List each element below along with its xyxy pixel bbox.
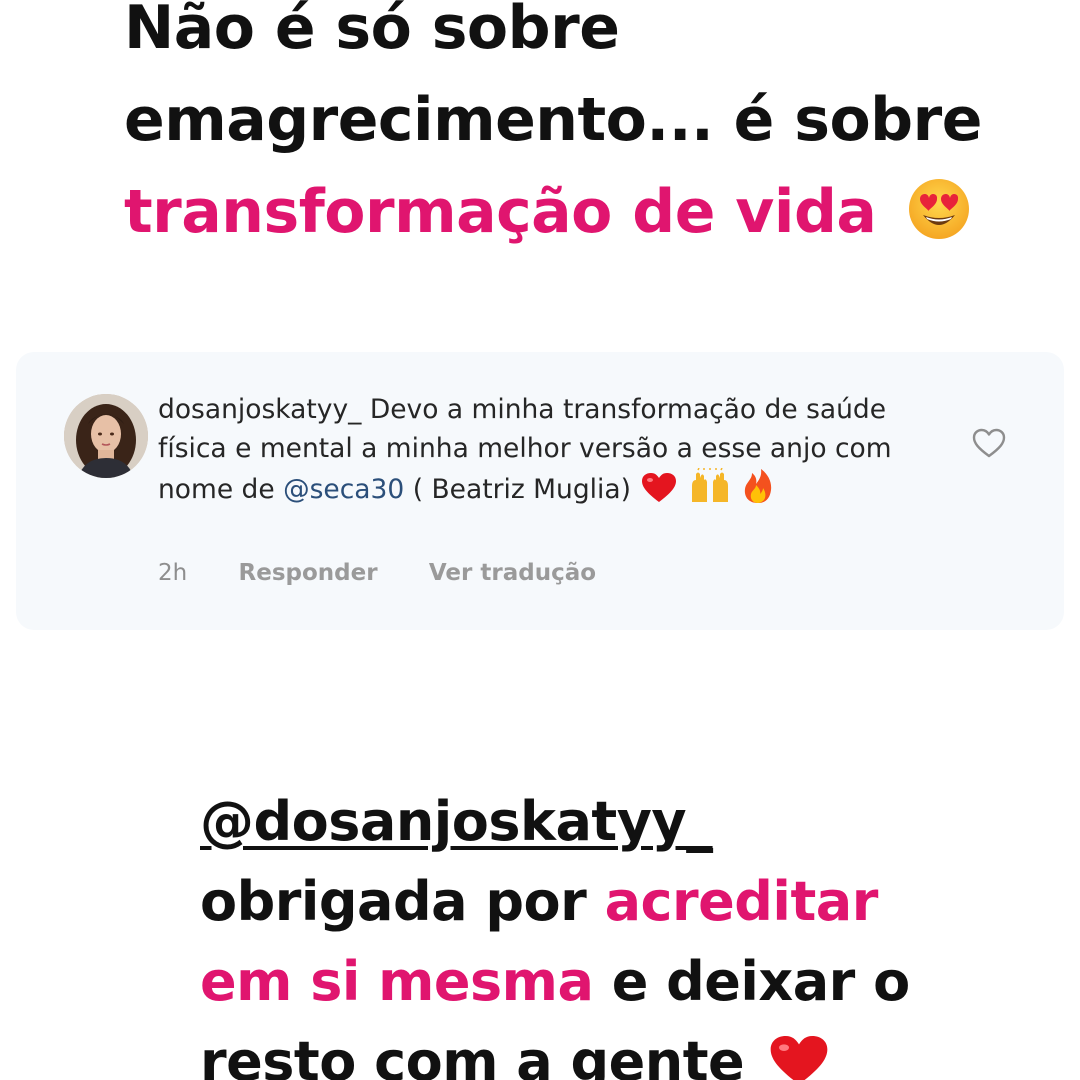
heart-eyes-emoji — [908, 179, 969, 240]
thanks-mention[interactable]: @dosanjoskatyy_ — [200, 790, 713, 853]
thanks-line-2-plain: obrigada por — [200, 870, 587, 933]
headline-line-2: emagrecimento... é sobre — [124, 85, 982, 155]
comment-text-part-2: ( Beatriz Muglia) — [412, 474, 631, 505]
thanks-line-3: em si mesma e deixar o — [200, 942, 1060, 1022]
avatar-photo — [64, 394, 148, 478]
comment-username[interactable]: dosanjoskatyy_ — [158, 394, 361, 425]
comment-time: 2h — [158, 560, 188, 586]
headline: Não é só sobre emagrecimento... é sobre … — [124, 0, 1024, 258]
avatar[interactable] — [64, 394, 148, 478]
thanks-line-2-highlight: acreditar — [604, 870, 879, 933]
heart-outline-icon[interactable] — [972, 428, 1006, 458]
thanks-message: @dosanjoskatyy_ obrigada por acreditar e… — [200, 782, 1060, 1080]
thanks-line-3-plain: e deixar o — [611, 950, 911, 1013]
headline-highlight: transformação de vida — [124, 177, 877, 247]
thanks-line-4-plain: resto com a gente — [200, 1030, 745, 1080]
comment-body: dosanjoskatyy_ Devo a minha transformaçã… — [158, 390, 938, 509]
red-heart-emoji — [642, 473, 677, 502]
thanks-line-3-highlight: em si mesma — [200, 950, 594, 1013]
thanks-line-1: @dosanjoskatyy_ — [200, 782, 1060, 862]
headline-line-1: Não é só sobre — [124, 0, 620, 63]
red-heart-emoji — [770, 1036, 827, 1080]
comment-card: dosanjoskatyy_ Devo a minha transformaçã… — [16, 352, 1064, 630]
headline-line-3: transformação de vida — [124, 166, 1024, 258]
story-page: Não é só sobre emagrecimento... é sobre … — [0, 0, 1080, 1080]
comment-meta: 2h Responder Ver tradução — [158, 560, 640, 586]
reply-button[interactable]: Responder — [239, 560, 378, 586]
thanks-line-2: obrigada por acreditar — [200, 862, 1060, 942]
fire-emoji — [745, 469, 772, 503]
comment-mention[interactable]: @seca30 — [283, 474, 404, 505]
translate-button[interactable]: Ver tradução — [429, 560, 596, 586]
thanks-line-4: resto com a gente — [200, 1022, 1060, 1080]
raising-hands-emoji — [691, 468, 728, 502]
